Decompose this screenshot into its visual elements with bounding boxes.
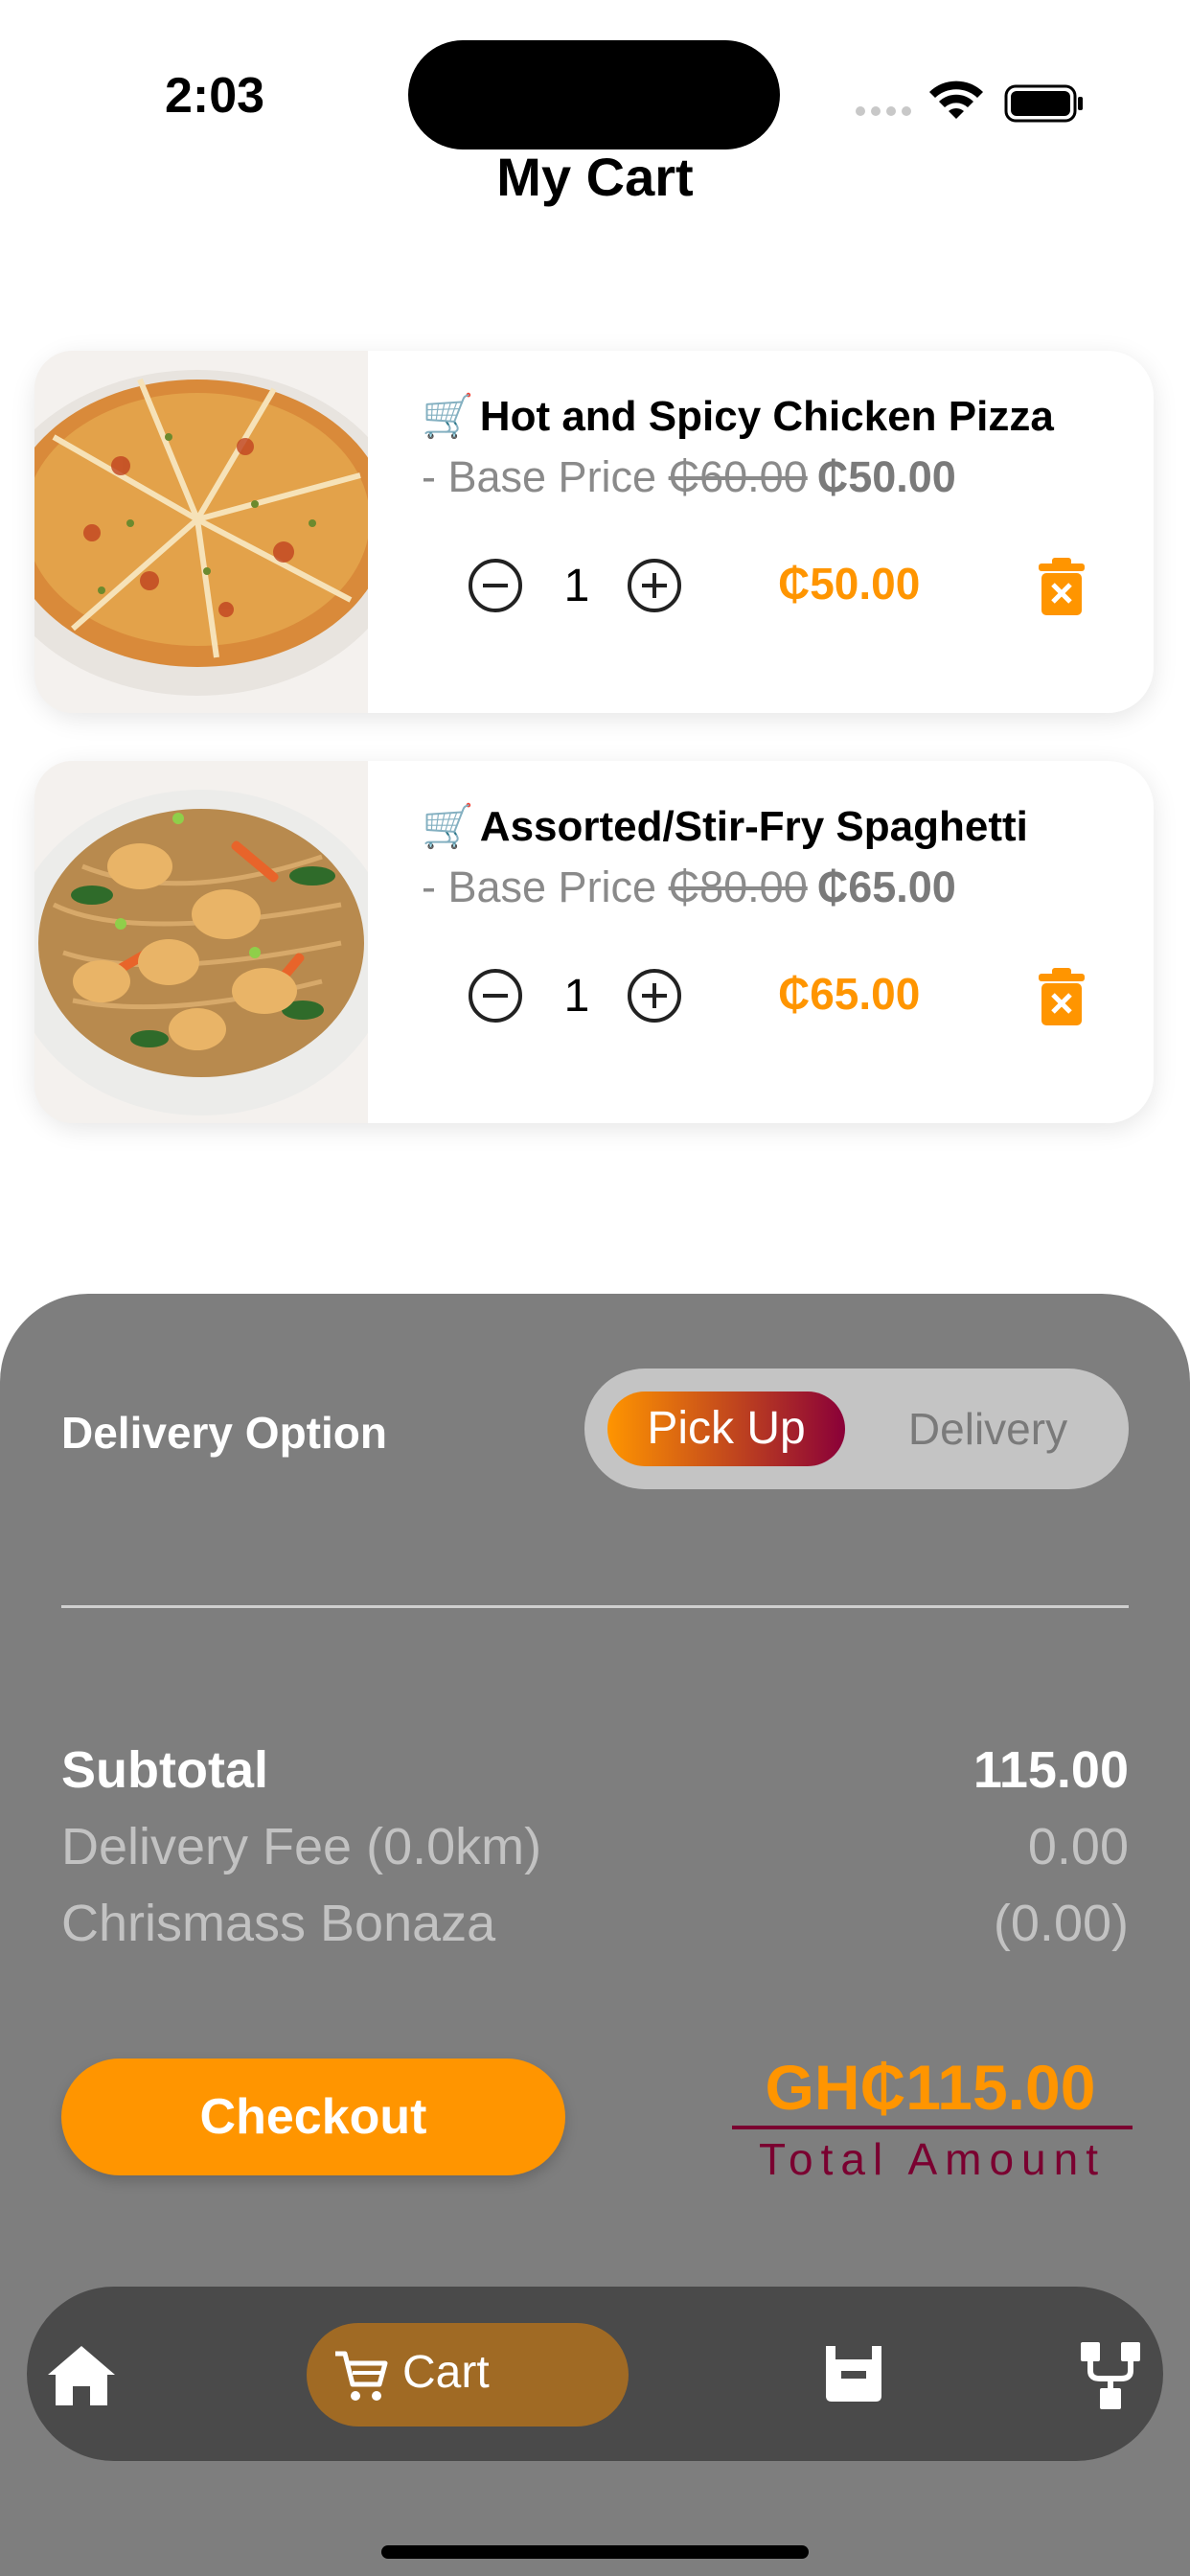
quantity-value: 1 xyxy=(563,971,590,1022)
pickup-option[interactable]: Pick Up xyxy=(607,1392,845,1466)
delivery-toggle: Pick Up Delivery xyxy=(584,1368,1129,1489)
status-time: 2:03 xyxy=(165,68,265,124)
divider xyxy=(61,1605,1129,1608)
increment-button[interactable] xyxy=(625,556,684,615)
new-price: ₵50.00 xyxy=(816,452,956,501)
line-total: ₵65.00 xyxy=(778,969,921,1019)
item-name-text: Hot and Spicy Chicken Pizza xyxy=(479,393,1054,440)
line-total: ₵50.00 xyxy=(778,559,921,609)
checkout-button[interactable]: Checkout xyxy=(61,2058,565,2175)
cart-emoji-icon: 🛒 xyxy=(422,393,474,440)
home-indicator xyxy=(381,2545,809,2559)
total-amount: GH₵115.00 xyxy=(765,2052,1096,2123)
status-icons xyxy=(856,80,1083,123)
subtotal-label: Subtotal xyxy=(61,1741,268,1799)
delivery-fee-row: Delivery Fee (0.0km) 0.00 xyxy=(61,1817,1129,1884)
discount-value: (0.00) xyxy=(993,1895,1129,1952)
quantity-value: 1 xyxy=(563,561,590,611)
signal-icon xyxy=(856,106,911,116)
cart-emoji-icon: 🛒 xyxy=(422,803,474,850)
increment-button[interactable] xyxy=(625,966,684,1025)
item-price-line: - Base Price ₵60.00 ₵50.00 xyxy=(422,452,956,502)
old-price: ₵80.00 xyxy=(668,862,808,911)
item-name: 🛒 Hot and Spicy Chicken Pizza xyxy=(422,391,1054,441)
route-icon[interactable] xyxy=(1079,2340,1142,2411)
spaghetti-image xyxy=(34,761,368,1123)
cart-item: 🛒 Hot and Spicy Chicken Pizza - Base Pric… xyxy=(34,351,1154,713)
delete-item-button[interactable] xyxy=(1035,556,1088,617)
base-price-label: - Base Price xyxy=(422,862,657,911)
nav-cart-tab[interactable]: Cart xyxy=(307,2323,629,2426)
bottom-nav: Cart xyxy=(27,2287,1163,2461)
decrement-button[interactable] xyxy=(466,966,525,1025)
delete-item-button[interactable] xyxy=(1035,966,1088,1027)
delivery-option-label: Delivery Option xyxy=(61,1408,387,1458)
dynamic-island xyxy=(408,40,780,150)
base-price-label: - Base Price xyxy=(422,452,657,501)
subtotal-row: Subtotal 115.00 xyxy=(61,1740,1129,1807)
discount-row: Chrismass Bonaza (0.00) xyxy=(61,1894,1129,1961)
nav-cart-label: Cart xyxy=(402,2347,490,2398)
page-title: My Cart xyxy=(496,147,694,207)
battery-icon xyxy=(1004,84,1083,123)
cart-icon xyxy=(335,2351,388,2401)
pizza-image xyxy=(34,351,368,713)
old-price: ₵60.00 xyxy=(668,452,808,501)
total-amount-label: Total Amount xyxy=(759,2134,1106,2184)
wifi-icon xyxy=(929,80,983,119)
home-icon[interactable] xyxy=(46,2342,117,2409)
item-price-line: - Base Price ₵80.00 ₵65.00 xyxy=(422,862,956,912)
item-name: 🛒 Assorted/Stir-Fry Spaghetti xyxy=(422,801,1028,851)
decrement-button[interactable] xyxy=(466,556,525,615)
cart-item: 🛒 Assorted/Stir-Fry Spaghetti - Base Pric… xyxy=(34,761,1154,1123)
subtotal-value: 115.00 xyxy=(973,1741,1129,1799)
discount-label: Chrismass Bonaza xyxy=(61,1895,496,1952)
delivery-option[interactable]: Delivery xyxy=(868,1392,1108,1466)
delivery-fee-label: Delivery Fee (0.0km) xyxy=(61,1818,542,1875)
basket-icon[interactable] xyxy=(822,2342,885,2405)
delivery-fee-value: 0.00 xyxy=(1027,1818,1129,1875)
total-underline xyxy=(732,2126,1133,2129)
new-price: ₵65.00 xyxy=(816,862,956,911)
item-name-text: Assorted/Stir-Fry Spaghetti xyxy=(479,803,1028,850)
